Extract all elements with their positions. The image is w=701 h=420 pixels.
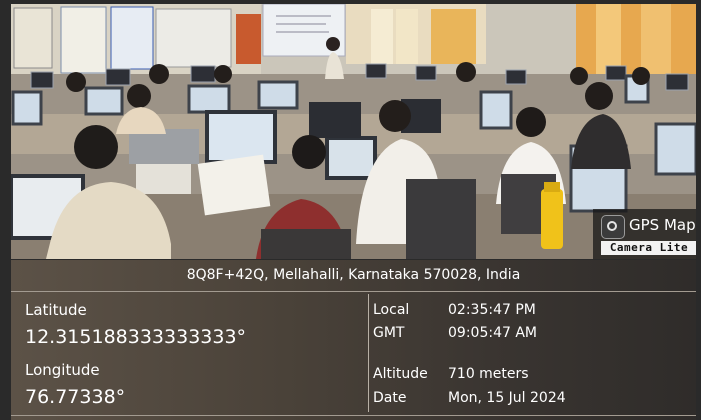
local-time-label: Local [373,302,410,318]
date-label: Date [373,390,407,406]
address-text: 8Q8F+42Q, Mellahalli, Karnataka 570028, … [11,260,696,292]
gmt-time-label: GMT [373,325,405,341]
camera-icon [601,215,625,239]
altitude-label: Altitude [373,366,428,382]
gmt-time-value: 09:05:47 AM [448,325,537,341]
longitude-label: Longitude [25,361,100,379]
latitude-value: 12.315188333333333° [25,326,247,348]
location-info-panel: 8Q8F+42Q, Mellahalli, Karnataka 570028, … [11,260,696,420]
classroom-photo: GPS Map Camera Lite [11,4,696,259]
vertical-divider [368,294,369,412]
badge-title: GPS Map [629,216,696,234]
latitude-label: Latitude [25,301,87,319]
bottom-divider [11,415,696,416]
date-value: Mon, 15 Jul 2024 [448,390,566,406]
badge-subtitle: Camera Lite [601,241,696,255]
altitude-value: 710 meters [448,366,529,382]
local-time-value: 02:35:47 PM [448,302,536,318]
gps-photo-frame: GPS Map Camera Lite 8Q8F+42Q, Mellahalli… [0,0,701,420]
longitude-value: 76.77338° [25,386,126,408]
gps-map-camera-badge: GPS Map Camera Lite [593,209,696,259]
